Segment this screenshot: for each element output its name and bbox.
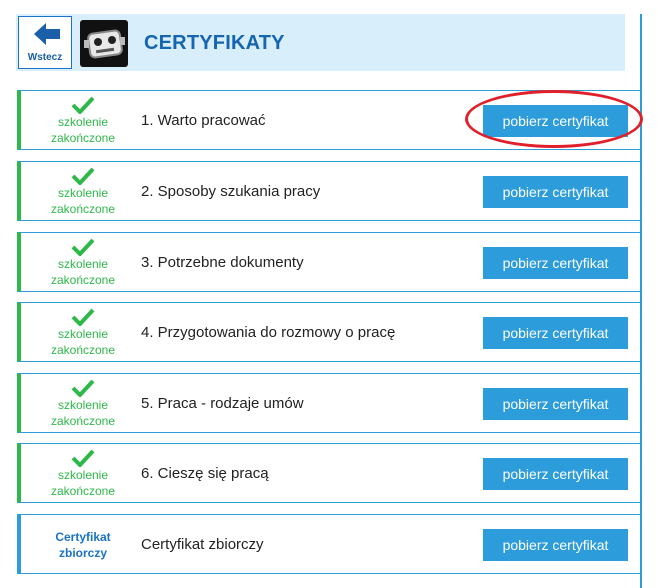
checkmark-icon [71, 379, 95, 397]
download-certificate-button[interactable]: pobierz certyfikat [483, 176, 628, 208]
summary-status: Certyfikat zbiorczy [33, 520, 133, 561]
summary-certificate-row: Certyfikat zbiorczy Certyfikat zbiorczy … [17, 514, 641, 574]
summary-status-line1: Certyfikat [55, 530, 111, 544]
status-text-line1: szkolenie [57, 257, 109, 271]
status-text-line1: szkolenie [57, 115, 109, 129]
status-completed: szkolenie zakończone [33, 308, 133, 358]
course-title: 4. Przygotowania do rozmowy o pracę [141, 324, 396, 341]
course-row: szkolenie zakończone 4. Przygotowania do… [17, 302, 641, 362]
download-certificate-button[interactable]: pobierz certyfikat [483, 317, 628, 349]
checkmark-icon [71, 308, 95, 326]
course-title: 2. Sposoby szukania pracy [141, 183, 321, 200]
course-title: 5. Praca - rodzaje umów [141, 395, 304, 412]
course-title: 3. Potrzebne dokumenty [141, 254, 304, 271]
highlight-circle-annotation [465, 90, 643, 148]
status-text-line2: zakończone [50, 273, 116, 287]
status-completed: szkolenie zakończone [33, 96, 133, 146]
arrow-left-icon [34, 23, 60, 45]
status-text-line1: szkolenie [57, 398, 109, 412]
download-summary-certificate-button[interactable]: pobierz certyfikat [483, 529, 628, 561]
course-row: szkolenie zakończone 5. Praca - rodzaje … [17, 373, 641, 433]
status-text-line1: szkolenie [57, 327, 109, 341]
course-row: szkolenie zakończone 6. Cieszę się pracą… [17, 443, 641, 503]
status-text-line2: zakończone [50, 484, 116, 498]
page-header: Wstecz CERTYFIKATY [16, 14, 625, 71]
checkmark-icon [71, 449, 95, 467]
summary-status-line2: zbiorczy [58, 546, 107, 560]
page-title: CERTYFIKATY [144, 32, 285, 54]
back-button-label: Wstecz [27, 52, 63, 63]
course-title: 1. Warto pracować [141, 112, 266, 129]
status-completed: szkolenie zakończone [33, 167, 133, 217]
back-button[interactable]: Wstecz [18, 16, 72, 69]
download-certificate-button[interactable]: pobierz certyfikat [483, 458, 628, 490]
status-completed: szkolenie zakończone [33, 449, 133, 499]
checkmark-icon [71, 96, 95, 114]
download-certificate-button[interactable]: pobierz certyfikat [483, 388, 628, 420]
summary-title: Certyfikat zbiorczy [141, 536, 264, 553]
status-text-line1: szkolenie [57, 468, 109, 482]
status-completed: szkolenie zakończone [33, 379, 133, 429]
status-text-line2: zakończone [50, 414, 116, 428]
course-title: 6. Cieszę się pracą [141, 465, 269, 482]
status-text-line2: zakończone [50, 131, 116, 145]
course-row: szkolenie zakończone 2. Sposoby szukania… [17, 161, 641, 221]
status-completed: szkolenie zakończone [33, 238, 133, 288]
status-text-line2: zakończone [50, 343, 116, 357]
checkmark-icon [71, 238, 95, 256]
robot-icon [80, 20, 128, 67]
course-row: szkolenie zakończone 3. Potrzebne dokume… [17, 232, 641, 292]
download-certificate-button[interactable]: pobierz certyfikat [483, 247, 628, 279]
status-text-line2: zakończone [50, 202, 116, 216]
checkmark-icon [71, 167, 95, 185]
status-text-line1: szkolenie [57, 186, 109, 200]
